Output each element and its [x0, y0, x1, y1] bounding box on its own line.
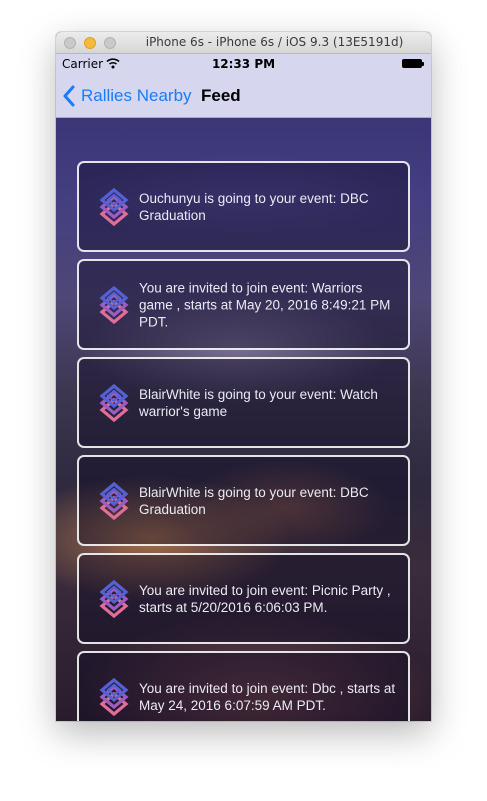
device-screen: Carrier 12:33 PM Rallies Nearby Feed Ouc…	[56, 54, 431, 721]
feed-item[interactable]: You are invited to join event: Dbc , sta…	[77, 651, 410, 721]
rally-logo-icon	[99, 383, 129, 423]
rally-logo-icon	[99, 187, 129, 227]
feed-item-text: You are invited to join event: Warriors …	[139, 280, 391, 329]
feed-item[interactable]: Ouchunyu is going to your event: DBC Gra…	[77, 161, 410, 252]
rally-logo-icon	[99, 579, 129, 619]
back-button-label: Rallies Nearby	[81, 85, 192, 105]
minimize-window-button[interactable]	[84, 37, 96, 49]
back-button[interactable]: Rallies Nearby	[62, 74, 192, 117]
close-window-button[interactable]	[64, 37, 76, 49]
rally-logo-icon	[99, 481, 129, 521]
feed-item-text: Ouchunyu is going to your event: DBC Gra…	[139, 190, 369, 223]
feed-item-text: You are invited to join event: Picnic Pa…	[139, 582, 391, 615]
navigation-bar: Rallies Nearby Feed	[56, 74, 431, 118]
rally-logo-icon	[99, 285, 129, 325]
feed-item[interactable]: You are invited to join event: Warriors …	[77, 259, 410, 350]
battery-icon	[402, 59, 424, 68]
feed-item[interactable]: BlairWhite is going to your event: Watch…	[77, 357, 410, 448]
feed-list[interactable]: Ouchunyu is going to your event: DBC Gra…	[56, 118, 431, 721]
page-title: Feed	[201, 85, 241, 105]
feed-item-text: BlairWhite is going to your event: Watch…	[139, 386, 378, 419]
window-title: iPhone 6s - iPhone 6s / iOS 9.3 (13E5191…	[145, 35, 404, 49]
zoom-window-button[interactable]	[104, 37, 116, 49]
simulator-window: iPhone 6s - iPhone 6s / iOS 9.3 (13E5191…	[56, 32, 431, 721]
status-bar: Carrier 12:33 PM	[56, 54, 431, 74]
feed-item[interactable]: BlairWhite is going to your event: DBC G…	[77, 455, 410, 546]
window-titlebar: iPhone 6s - iPhone 6s / iOS 9.3 (13E5191…	[56, 32, 431, 54]
feed-item-text: BlairWhite is going to your event: DBC G…	[139, 484, 369, 517]
rally-logo-icon	[99, 677, 129, 717]
status-time: 12:33 PM	[211, 57, 276, 71]
chevron-left-icon	[63, 85, 75, 106]
feed-item[interactable]: You are invited to join event: Picnic Pa…	[77, 553, 410, 644]
feed-item-text: You are invited to join event: Dbc , sta…	[139, 680, 396, 713]
